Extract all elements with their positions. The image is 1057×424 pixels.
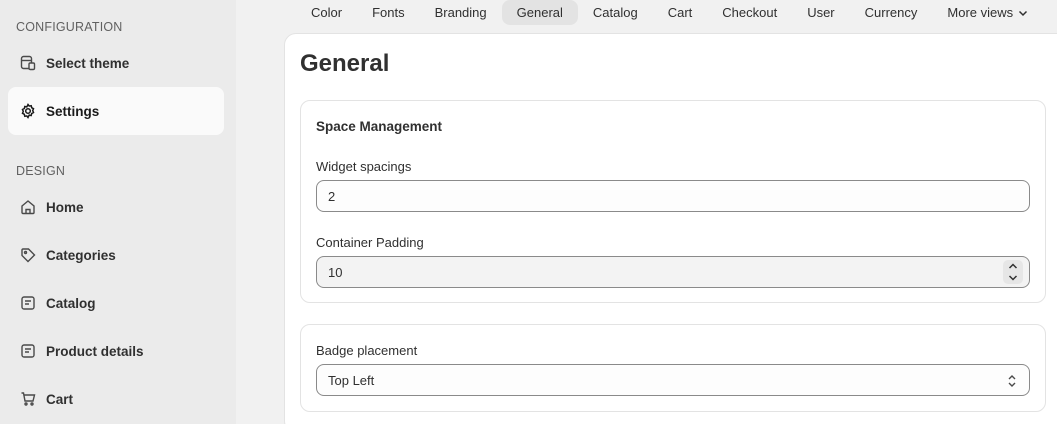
page-title: General xyxy=(300,50,390,77)
tab-currency[interactable]: Currency xyxy=(850,0,933,25)
sidebar-item-product-details[interactable]: Product details xyxy=(8,327,224,375)
sidebar-item-cart[interactable]: Cart xyxy=(8,375,224,423)
container-padding-label: Container Padding xyxy=(316,235,424,250)
tab-catalog[interactable]: Catalog xyxy=(578,0,653,25)
container-padding-input[interactable]: 10 xyxy=(316,256,1030,288)
sidebar-item-label: Product details xyxy=(46,343,144,359)
chevron-down-icon xyxy=(1017,7,1029,19)
theme-icon xyxy=(20,55,36,71)
space-management-heading: Space Management xyxy=(316,119,443,134)
chevron-up-icon[interactable] xyxy=(1008,262,1018,270)
sidebar: CONFIGURATION Select theme Settings DESI… xyxy=(0,0,236,424)
tab-more-views[interactable]: More views xyxy=(932,0,1044,25)
gear-icon xyxy=(20,103,36,119)
sidebar-item-label: Cart xyxy=(46,391,74,407)
sidebar-item-catalog[interactable]: Catalog xyxy=(8,279,224,327)
container-padding-value: 10 xyxy=(328,264,343,280)
more-views-label: More views xyxy=(947,5,1014,20)
number-stepper[interactable] xyxy=(1003,260,1023,284)
home-icon xyxy=(20,199,36,215)
configuration-heading: CONFIGURATION xyxy=(16,20,123,34)
tab-branding[interactable]: Branding xyxy=(420,0,502,25)
tag-icon xyxy=(20,247,36,263)
cart-icon xyxy=(20,391,36,407)
sidebar-item-settings[interactable]: Settings xyxy=(8,87,224,135)
widget-spacings-input[interactable]: 2 xyxy=(316,180,1030,212)
badge-placement-label: Badge placement xyxy=(316,343,418,358)
badge-placement-select[interactable]: Top Left xyxy=(316,364,1030,396)
sidebar-item-categories[interactable]: Categories xyxy=(8,231,224,279)
settings-tabs: Color Fonts Branding General Catalog Car… xyxy=(296,0,1044,25)
tab-fonts[interactable]: Fonts xyxy=(357,0,420,25)
tab-user[interactable]: User xyxy=(792,0,849,25)
sidebar-item-label: Categories xyxy=(46,247,116,263)
sidebar-item-label: Settings xyxy=(46,103,100,119)
tab-color[interactable]: Color xyxy=(296,0,357,25)
tab-general[interactable]: General xyxy=(501,0,578,25)
tab-checkout[interactable]: Checkout xyxy=(707,0,792,25)
sidebar-item-label: Select theme xyxy=(46,55,130,71)
product-details-icon xyxy=(20,343,36,359)
widget-spacings-label: Widget spacings xyxy=(316,159,412,174)
sidebar-item-label: Home xyxy=(46,199,84,215)
select-arrows-icon xyxy=(1007,373,1017,389)
sidebar-item-label: Catalog xyxy=(46,295,96,311)
sidebar-item-home[interactable]: Home xyxy=(8,183,224,231)
design-heading: DESIGN xyxy=(16,164,66,178)
tab-cart[interactable]: Cart xyxy=(653,0,708,25)
chevron-down-icon[interactable] xyxy=(1008,274,1018,282)
widget-spacings-value: 2 xyxy=(328,188,336,204)
sidebar-item-select-theme[interactable]: Select theme xyxy=(8,39,224,87)
catalog-icon xyxy=(20,295,36,311)
badge-placement-value: Top Left xyxy=(328,372,375,388)
